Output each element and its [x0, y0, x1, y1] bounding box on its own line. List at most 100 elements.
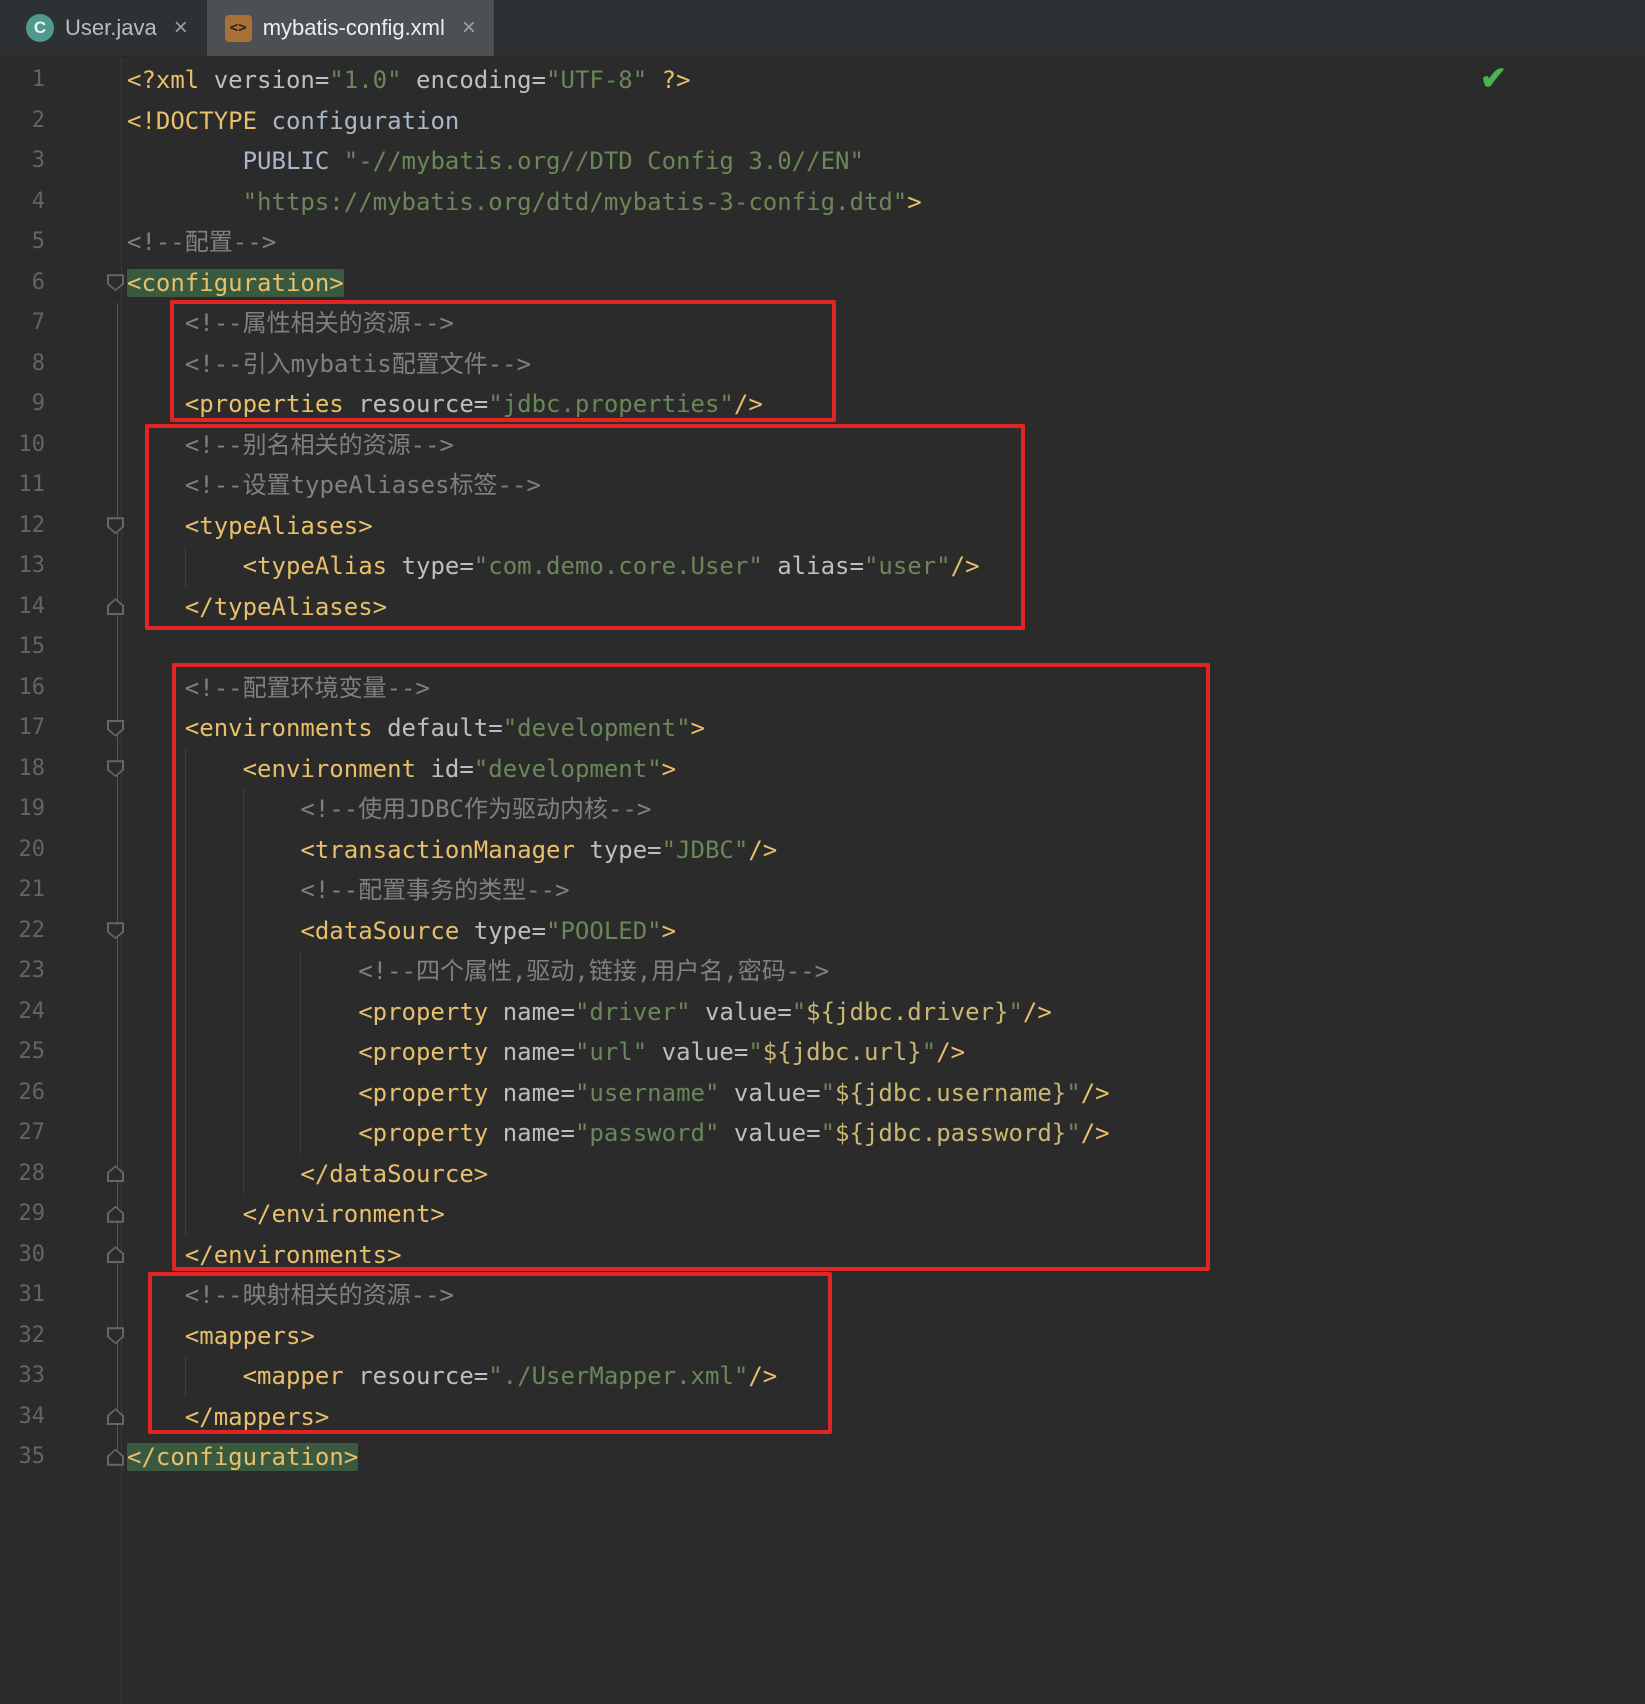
code-text[interactable]: <!--配置环境变量--> — [127, 668, 430, 709]
code-line[interactable]: 30 </environments> — [0, 1235, 1645, 1276]
code-text[interactable]: PUBLIC "-//mybatis.org//DTD Config 3.0//… — [127, 141, 864, 182]
fold-end-icon[interactable] — [107, 1165, 124, 1183]
code-line[interactable]: 21 <!--配置事务的类型--> — [0, 870, 1645, 911]
code-line[interactable]: 25 <property name="url" value="${jdbc.ur… — [0, 1032, 1645, 1073]
code-line[interactable]: 2 <!DOCTYPE configuration — [0, 101, 1645, 142]
code-text[interactable]: <!--属性相关的资源--> — [127, 303, 454, 344]
fold-end-icon[interactable] — [107, 1246, 124, 1264]
code-text[interactable]: <environment id="development"> — [127, 748, 677, 789]
code-line[interactable]: 28 </dataSource> — [0, 1153, 1645, 1194]
fold-start-icon[interactable] — [107, 517, 124, 535]
code-line[interactable]: 10 <!--别名相关的资源--> — [0, 425, 1645, 466]
fold-start-icon[interactable] — [107, 1327, 124, 1345]
fold-start-icon[interactable] — [107, 760, 124, 778]
code-line[interactable]: 23 <!--四个属性,驱动,链接,用户名,密码--> — [0, 951, 1645, 992]
code-line[interactable]: 4 "https://mybatis.org/dtd/mybatis-3-con… — [0, 182, 1645, 223]
tab-close-icon[interactable]: × — [462, 16, 476, 40]
tab-close-icon[interactable]: × — [174, 16, 188, 40]
code-text[interactable]: <mappers> — [127, 1316, 315, 1357]
tab-mybatis-config-xml[interactable]: <> mybatis-config.xml × — [206, 0, 495, 56]
code-line[interactable]: 31 <!--映射相关的资源--> — [0, 1275, 1645, 1316]
code-line[interactable]: 22 <dataSource type="POOLED"> — [0, 910, 1645, 951]
token-str: "POOLED" — [546, 916, 662, 945]
fold-start-icon[interactable] — [107, 274, 124, 292]
code-text[interactable]: <!--映射相关的资源--> — [127, 1275, 454, 1316]
code-line[interactable]: 18 <environment id="development"> — [0, 748, 1645, 789]
fold-end-icon[interactable] — [107, 1408, 124, 1426]
code-line[interactable]: 29 </environment> — [0, 1194, 1645, 1235]
code-line[interactable]: 8 <!--引入mybatis配置文件--> — [0, 344, 1645, 385]
indent-guide — [184, 991, 186, 1032]
code-text[interactable]: <!--配置--> — [127, 222, 276, 263]
code-text[interactable]: </typeAliases> — [127, 587, 387, 628]
inspection-status-icon[interactable]: ✔ — [1480, 62, 1507, 94]
line-number: 10 — [18, 431, 46, 457]
code-text[interactable]: <property name="password" value="${jdbc.… — [127, 1113, 1110, 1154]
code-text[interactable]: <configuration> — [127, 263, 344, 304]
code-text[interactable]: <!--引入mybatis配置文件--> — [127, 344, 531, 385]
code-line[interactable]: 6 <configuration> — [0, 263, 1645, 304]
code-line[interactable]: 34 </mappers> — [0, 1397, 1645, 1438]
code-line[interactable]: 27 <property name="password" value="${jd… — [0, 1113, 1645, 1154]
code-text[interactable]: <typeAlias type="com.demo.core.User" ali… — [127, 546, 980, 587]
fold-end-icon[interactable] — [107, 1448, 124, 1466]
code-text[interactable]: </mappers> — [127, 1397, 330, 1438]
line-number: 19 — [18, 796, 46, 821]
token-tag: </environments> — [127, 1240, 402, 1269]
code-text[interactable]: </environment> — [127, 1194, 445, 1235]
code-line[interactable]: 13 <typeAlias type="com.demo.core.User" … — [0, 546, 1645, 587]
fold-end-icon[interactable] — [107, 598, 124, 616]
code-line[interactable]: 9 <properties resource="jdbc.properties"… — [0, 384, 1645, 425]
token-str: "development" — [502, 714, 691, 742]
code-text[interactable]: <!--使用JDBC作为驱动内核--> — [127, 789, 651, 830]
indent-guide — [184, 1194, 186, 1235]
fold-start-icon[interactable] — [107, 719, 124, 737]
code-text[interactable]: <environments default="development"> — [127, 708, 705, 749]
code-line[interactable]: 1 <?xml version="1.0" encoding="UTF-8" ?> — [0, 60, 1645, 101]
token-com: <!--配置事务的类型--> — [127, 876, 570, 904]
code-line[interactable]: 16 <!--配置环境变量--> — [0, 668, 1645, 709]
token-tag: > — [661, 754, 677, 783]
code-line[interactable]: 3 PUBLIC "-//mybatis.org//DTD Config 3.0… — [0, 141, 1645, 182]
code-line[interactable]: 14 </typeAliases> — [0, 587, 1645, 628]
line-number: 25 — [18, 1039, 46, 1064]
code-text[interactable]: <?xml version="1.0" encoding="UTF-8" ?> — [127, 60, 691, 101]
code-line[interactable]: 20 <transactionManager type="JDBC"/> — [0, 829, 1645, 870]
code-text[interactable]: <!--别名相关的资源--> — [127, 425, 454, 466]
code-line[interactable]: 32 <mappers> — [0, 1316, 1645, 1357]
code-line[interactable]: 19 <!--使用JDBC作为驱动内核--> — [0, 789, 1645, 830]
code-line[interactable]: 5 <!--配置--> — [0, 222, 1645, 263]
token-com: <!--四个属性,驱动,链接,用户名,密码--> — [127, 957, 830, 985]
code-text[interactable]: <property name="driver" value="${jdbc.dr… — [127, 991, 1052, 1032]
code-line[interactable]: 35 </configuration> — [0, 1437, 1645, 1478]
fold-start-icon[interactable] — [107, 922, 124, 940]
code-text[interactable]: <typeAliases> — [127, 506, 373, 547]
tab-label: User.java — [65, 15, 157, 40]
code-line[interactable]: 26 <property name="username" value="${jd… — [0, 1072, 1645, 1113]
code-text[interactable]: <transactionManager type="JDBC"/> — [127, 829, 777, 870]
code-text[interactable]: <mapper resource="./UserMapper.xml"/> — [127, 1356, 777, 1397]
code-text[interactable]: <property name="username" value="${jdbc.… — [127, 1072, 1110, 1113]
code-line[interactable]: 12 <typeAliases> — [0, 506, 1645, 547]
code-line[interactable]: 33 <mapper resource="./UserMapper.xml"/> — [0, 1356, 1645, 1397]
code-text[interactable]: </configuration> — [127, 1437, 359, 1478]
code-text[interactable]: </dataSource> — [127, 1153, 488, 1194]
fold-end-icon[interactable] — [107, 1205, 124, 1223]
code-line[interactable]: 11 <!--设置typeAliases标签--> — [0, 465, 1645, 506]
tab-user-java[interactable]: C User.java × — [8, 0, 207, 56]
code-text[interactable]: <property name="url" value="${jdbc.url}"… — [127, 1032, 965, 1073]
code-text[interactable]: </environments> — [127, 1235, 402, 1276]
code-text[interactable]: <properties resource="jdbc.properties"/> — [127, 384, 763, 425]
code-text[interactable]: <!--配置事务的类型--> — [127, 870, 570, 911]
code-text[interactable]: <!--四个属性,驱动,链接,用户名,密码--> — [127, 951, 829, 992]
code-line[interactable]: 15 — [0, 627, 1645, 668]
code-text[interactable]: <dataSource type="POOLED"> — [127, 910, 676, 951]
code-text[interactable]: <!--设置typeAliases标签--> — [127, 465, 541, 506]
code-line[interactable]: 24 <property name="driver" value="${jdbc… — [0, 991, 1645, 1032]
code-line[interactable]: 17 <environments default="development"> — [0, 708, 1645, 749]
code-text[interactable]: "https://mybatis.org/dtd/mybatis-3-confi… — [127, 182, 922, 223]
line-number: 6 — [31, 269, 45, 295]
code-editor[interactable]: 1 <?xml version="1.0" encoding="UTF-8" ?>… — [0, 57, 1645, 1704]
code-line[interactable]: 7 <!--属性相关的资源--> — [0, 303, 1645, 344]
code-text[interactable]: <!DOCTYPE configuration — [127, 101, 459, 142]
